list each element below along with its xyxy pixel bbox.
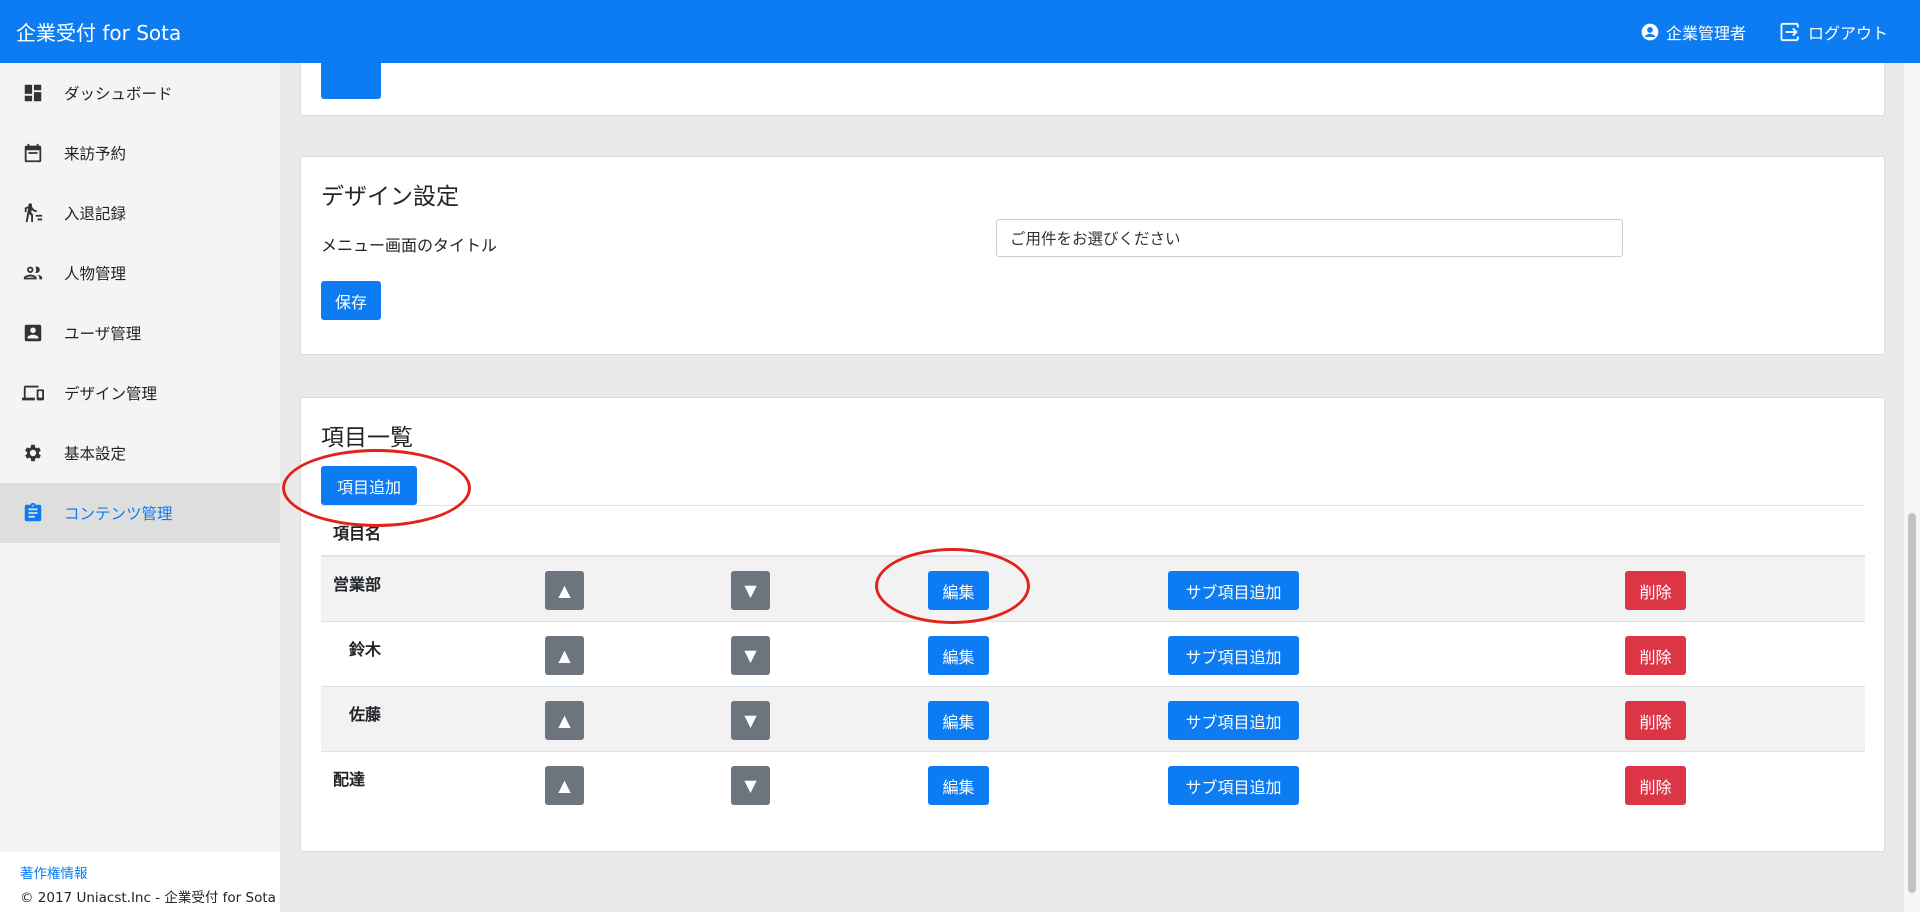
devices-icon — [22, 385, 44, 401]
delete-button[interactable]: 削除 — [1625, 636, 1686, 675]
sidebar-item-dashboard[interactable]: ダッシュボード — [0, 63, 280, 123]
sidebar-item-design[interactable]: デザイン管理 — [0, 363, 280, 423]
sidebar-item-people[interactable]: 人物管理 — [0, 243, 280, 303]
add-subitem-button[interactable]: サブ項目追加 — [1168, 636, 1299, 675]
column-header-name: 項目名 — [333, 524, 382, 543]
user-label: 企業管理者 — [1665, 23, 1746, 43]
user-circle-icon — [1641, 23, 1659, 40]
table-row: 佐藤 ▲ ▼ 編集 サブ項目追加 削除 — [321, 687, 1865, 752]
item-name: 配達 — [333, 770, 366, 789]
page-scrollbar[interactable] — [1904, 63, 1920, 912]
gear-icon — [25, 444, 41, 462]
move-down-button[interactable]: ▼ — [731, 766, 770, 805]
sidebar-item-label: 来訪予約 — [64, 145, 127, 163]
table-row: 配達 ▲ ▼ 編集 サブ項目追加 削除 — [321, 752, 1865, 817]
items-list-title: 項目一覧 — [321, 425, 413, 451]
clipboard-icon — [24, 502, 42, 522]
table-row: 営業部 ▲ ▼ 編集 サブ項目追加 削除 — [321, 557, 1865, 622]
copyright-text: © 2017 Uniacst.Inc - 企業受付 for Sota — [20, 890, 276, 906]
people-icon — [23, 266, 43, 280]
menu-title-label: メニュー画面のタイトル — [321, 236, 498, 255]
item-name: 鈴木 — [349, 640, 382, 659]
previous-settings-card — [300, 63, 1885, 116]
add-item-button[interactable]: 項目追加 — [321, 466, 417, 505]
sidebar-item-label: コンテンツ管理 — [64, 505, 173, 523]
edit-button[interactable]: 編集 — [928, 701, 989, 740]
calendar-icon — [24, 143, 42, 163]
app-title[interactable]: 企業受付 for Sota — [16, 17, 181, 46]
logout-icon — [1780, 22, 1801, 41]
add-subitem-button[interactable]: サブ項目追加 — [1168, 701, 1299, 740]
user-card-icon — [24, 324, 42, 342]
sidebar-footer: 著作権情報 © 2017 Uniacst.Inc - 企業受付 for Sota — [0, 852, 280, 912]
delete-button[interactable]: 削除 — [1625, 766, 1686, 805]
user-menu[interactable]: 企業管理者 — [1640, 20, 1746, 44]
sidebar-item-label: ユーザ管理 — [64, 325, 142, 343]
move-up-button[interactable]: ▲ — [545, 636, 584, 675]
copyright-link[interactable]: 著作権情報 — [20, 862, 280, 882]
walking-icon — [24, 203, 43, 223]
save-button[interactable]: 保存 — [321, 281, 381, 320]
sidebar-item-label: 入退記録 — [64, 205, 127, 223]
items-table: 項目名 営業部 ▲ ▼ 編集 サブ項目追加 削除 鈴木 ▲ ▼ 編集 サブ項目追… — [321, 505, 1865, 817]
table-header: 項目名 — [321, 505, 1865, 557]
move-down-button[interactable]: ▼ — [731, 571, 770, 610]
delete-button[interactable]: 削除 — [1625, 701, 1686, 740]
design-settings-card: デザイン設定 メニュー画面のタイトル ご用件をお選びください 保存 — [300, 156, 1885, 355]
add-subitem-button[interactable]: サブ項目追加 — [1168, 571, 1299, 610]
header-actions: 企業管理者 ログアウト — [1606, 20, 1888, 44]
move-down-button[interactable]: ▼ — [731, 701, 770, 740]
table-row: 鈴木 ▲ ▼ 編集 サブ項目追加 削除 — [321, 622, 1865, 687]
delete-button[interactable]: 削除 — [1625, 571, 1686, 610]
sidebar-item-users[interactable]: ユーザ管理 — [0, 303, 280, 363]
sidebar-item-label: 人物管理 — [64, 265, 127, 283]
main-content: デザイン設定 メニュー画面のタイトル ご用件をお選びください 保存 項目一覧 項… — [280, 63, 1920, 912]
edit-button[interactable]: 編集 — [928, 766, 989, 805]
sidebar-item-label: デザイン管理 — [64, 385, 158, 403]
edit-button[interactable]: 編集 — [928, 571, 989, 610]
sidebar-item-entry-records[interactable]: 入退記録 — [0, 183, 280, 243]
top-bar: 企業受付 for Sota 企業管理者 ログアウト — [0, 0, 1920, 63]
logout-label: ログアウト — [1807, 23, 1888, 43]
design-settings-title: デザイン設定 — [321, 184, 459, 210]
sidebar-item-visit-reservation[interactable]: 来訪予約 — [0, 123, 280, 183]
dashboard-icon — [24, 84, 42, 102]
items-list-card: 項目一覧 項目追加 項目名 営業部 ▲ ▼ 編集 サブ項目追加 削除 鈴木 ▲ … — [300, 397, 1885, 852]
move-up-button[interactable]: ▲ — [545, 571, 584, 610]
edit-button[interactable]: 編集 — [928, 636, 989, 675]
sidebar-item-label: ダッシュボード — [64, 85, 173, 103]
add-subitem-button[interactable]: サブ項目追加 — [1168, 766, 1299, 805]
menu-title-input[interactable]: ご用件をお選びください — [996, 219, 1623, 257]
sidebar: ダッシュボード 来訪予約 入退記録 人物管理 ユーザ管理 デザイン管理 基本設定… — [0, 63, 280, 912]
logout-link[interactable]: ログアウト — [1780, 20, 1888, 44]
item-name: 営業部 — [333, 575, 382, 594]
sidebar-item-basic-settings[interactable]: 基本設定 — [0, 423, 280, 483]
previous-save-button[interactable] — [321, 63, 381, 99]
move-up-button[interactable]: ▲ — [545, 766, 584, 805]
sidebar-item-label: 基本設定 — [64, 445, 127, 463]
item-name: 佐藤 — [349, 705, 382, 724]
scrollbar-thumb[interactable] — [1908, 513, 1916, 893]
move-up-button[interactable]: ▲ — [545, 701, 584, 740]
move-down-button[interactable]: ▼ — [731, 636, 770, 675]
sidebar-item-content[interactable]: コンテンツ管理 — [0, 483, 280, 543]
